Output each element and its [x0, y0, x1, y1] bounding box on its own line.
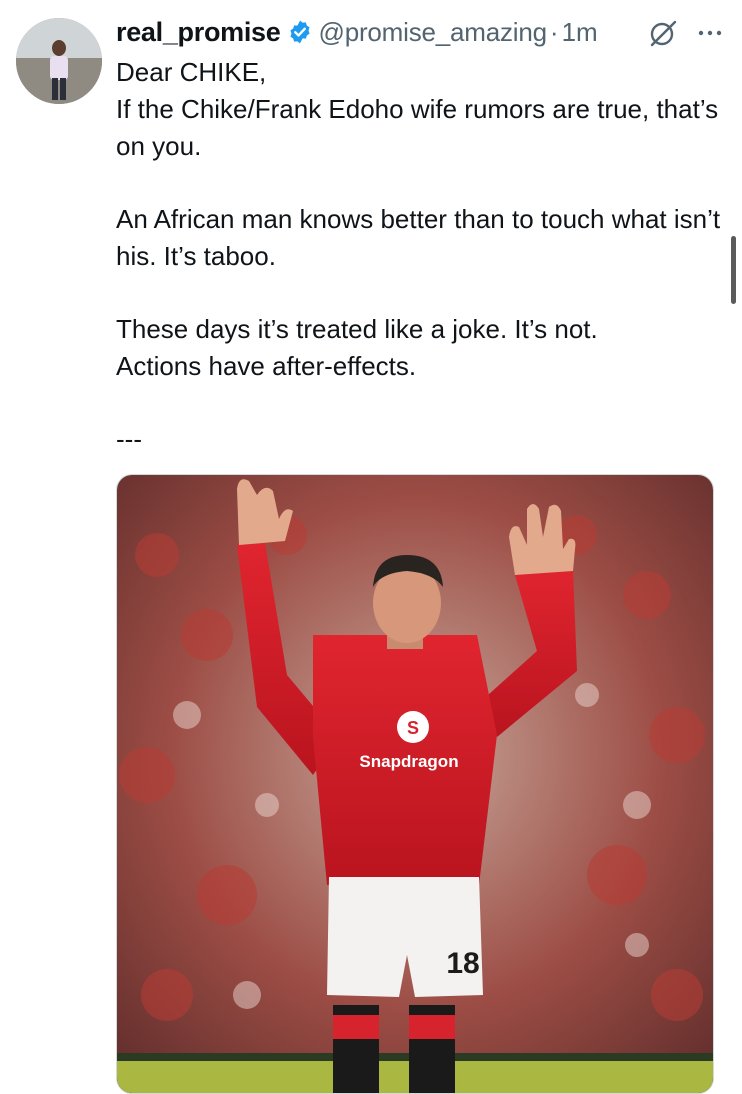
tweet-header: real_promise @promise_amazing · 1m — [116, 14, 598, 50]
more-options-icon[interactable] — [694, 18, 726, 48]
tweet-line: Actions have after-effects. — [116, 351, 417, 381]
display-name[interactable]: real_promise — [116, 17, 281, 48]
user-handle[interactable]: @promise_amazing — [319, 17, 548, 48]
player-photo: S Snapdragon 18 — [117, 475, 713, 1093]
tweet-line: An African man knows better than to touc… — [116, 204, 721, 271]
tweet-line: --- — [116, 424, 142, 454]
shirt-number: 18 — [446, 947, 479, 980]
grok-icon[interactable] — [648, 18, 678, 48]
avatar-photo — [16, 18, 102, 104]
tweet-text: Dear CHIKE, If the Chike/Frank Edoho wif… — [116, 54, 726, 458]
user-avatar[interactable] — [16, 18, 102, 104]
tweet-line: Dear CHIKE, — [116, 57, 267, 87]
timestamp[interactable]: 1m — [562, 17, 598, 48]
separator-dot: · — [549, 16, 559, 47]
scrollbar[interactable] — [731, 236, 736, 304]
svg-text:S: S — [407, 718, 419, 738]
tweet-line: These days it’s treated like a joke. It’… — [116, 314, 598, 344]
tweet-media-image[interactable]: S Snapdragon 18 — [116, 474, 714, 1094]
tweet-line: If the Chike/Frank Edoho wife rumors are… — [116, 94, 719, 161]
sponsor-text: Snapdragon — [359, 752, 458, 771]
verified-badge-icon — [289, 20, 310, 44]
